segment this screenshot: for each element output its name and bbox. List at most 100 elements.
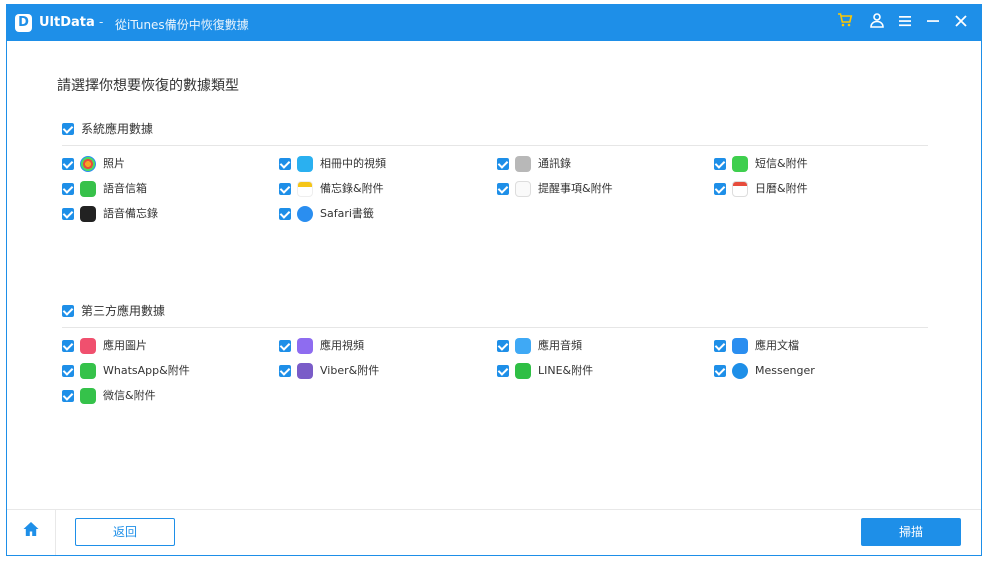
line-icon	[515, 363, 531, 379]
home-icon[interactable]	[19, 520, 43, 544]
messenger-icon	[732, 363, 748, 379]
item-checkbox[interactable]	[62, 183, 74, 195]
item-label: 短信&附件	[755, 157, 808, 170]
item-wechat[interactable]: 微信&附件	[62, 388, 262, 404]
item-messenger[interactable]: Messenger	[714, 363, 914, 379]
app-document-icon	[732, 338, 748, 354]
voice-memos-icon	[80, 206, 96, 222]
item-checkbox[interactable]	[279, 365, 291, 377]
item-checkbox[interactable]	[497, 340, 509, 352]
viber-icon	[297, 363, 313, 379]
wechat-icon	[80, 388, 96, 404]
item-photos[interactable]: 照片	[62, 156, 262, 172]
item-label: Messenger	[755, 364, 815, 377]
item-checkbox[interactable]	[714, 183, 726, 195]
whatsapp-icon	[80, 363, 96, 379]
item-label: 應用音頻	[538, 339, 582, 352]
minimize-icon[interactable]	[921, 11, 945, 35]
footer-bar: 返回 掃描	[7, 509, 981, 555]
item-label: 應用視頻	[320, 339, 364, 352]
item-notes[interactable]: 備忘錄&附件	[279, 181, 479, 197]
item-label: WhatsApp&附件	[103, 364, 190, 377]
third-party-section-label: 第三方應用數據	[81, 304, 166, 318]
item-checkbox[interactable]	[714, 340, 726, 352]
voicemail-icon	[80, 181, 96, 197]
item-checkbox[interactable]	[62, 390, 74, 402]
section-divider	[62, 145, 928, 146]
item-checkbox[interactable]	[62, 208, 74, 220]
item-messages[interactable]: 短信&附件	[714, 156, 914, 172]
item-checkbox[interactable]	[279, 208, 291, 220]
footer-divider	[55, 510, 56, 555]
item-checkbox[interactable]	[497, 183, 509, 195]
item-calendar[interactable]: 日曆&附件	[714, 181, 914, 197]
back-button[interactable]: 返回	[75, 518, 175, 546]
item-reminders[interactable]: 提醒事項&附件	[497, 181, 697, 197]
item-label: 提醒事項&附件	[538, 182, 613, 195]
item-label: 應用圖片	[103, 339, 147, 352]
title-bar: D UltData - 從iTunes備份中恢復數據	[7, 5, 981, 41]
item-contacts[interactable]: 通訊錄	[497, 156, 697, 172]
item-label: Safari書籤	[320, 207, 374, 220]
contacts-icon	[515, 156, 531, 172]
item-label: LINE&附件	[538, 364, 594, 377]
app-name: UltData	[39, 15, 95, 30]
item-checkbox[interactable]	[279, 158, 291, 170]
section-divider	[62, 327, 928, 328]
app-photos-icon	[80, 338, 96, 354]
menu-icon[interactable]	[893, 11, 917, 35]
item-checkbox[interactable]	[62, 158, 74, 170]
item-checkbox[interactable]	[279, 183, 291, 195]
item-checkbox[interactable]	[62, 340, 74, 352]
app-window: D UltData - 從iTunes備份中恢復數據 請選擇你想要恢復的數據類型…	[6, 4, 982, 556]
window-subtitle: 從iTunes備份中恢復數據	[115, 18, 249, 32]
app-logo-icon: D	[15, 14, 32, 32]
item-viber[interactable]: Viber&附件	[279, 363, 479, 379]
item-checkbox[interactable]	[62, 365, 74, 377]
item-checkbox[interactable]	[497, 365, 509, 377]
system-section-checkbox[interactable]	[62, 123, 74, 135]
item-app-documents[interactable]: 應用文檔	[714, 338, 914, 354]
third-party-section-header[interactable]: 第三方應用數據	[62, 303, 928, 328]
item-label: 相冊中的視頻	[320, 157, 386, 170]
item-label: 語音信箱	[103, 182, 147, 195]
item-checkbox[interactable]	[497, 158, 509, 170]
item-whatsapp[interactable]: WhatsApp&附件	[62, 363, 262, 379]
app-video-icon	[297, 338, 313, 354]
item-app-audio[interactable]: 應用音頻	[497, 338, 697, 354]
item-label: 語音備忘錄	[103, 207, 158, 220]
user-icon[interactable]	[865, 11, 889, 35]
cart-icon[interactable]	[833, 11, 857, 35]
app-audio-icon	[515, 338, 531, 354]
item-line[interactable]: LINE&附件	[497, 363, 697, 379]
calendar-icon	[732, 181, 748, 197]
item-label: Viber&附件	[320, 364, 380, 377]
item-safari-bookmarks[interactable]: Safari書籤	[279, 206, 479, 222]
item-label: 微信&附件	[103, 389, 156, 402]
reminders-icon	[515, 181, 531, 197]
item-checkbox[interactable]	[714, 158, 726, 170]
item-album-videos[interactable]: 相冊中的視頻	[279, 156, 479, 172]
third-party-section-checkbox[interactable]	[62, 305, 74, 317]
safari-icon	[297, 206, 313, 222]
item-app-photos[interactable]: 應用圖片	[62, 338, 262, 354]
close-icon[interactable]	[949, 11, 973, 35]
item-label: 應用文檔	[755, 339, 799, 352]
item-app-videos[interactable]: 應用視頻	[279, 338, 479, 354]
album-video-icon	[297, 156, 313, 172]
item-label: 日曆&附件	[755, 182, 808, 195]
item-checkbox[interactable]	[714, 365, 726, 377]
title-separator: -	[99, 15, 104, 29]
item-label: 照片	[103, 157, 125, 170]
scan-button[interactable]: 掃描	[861, 518, 961, 546]
item-voice-memos[interactable]: 語音備忘錄	[62, 206, 262, 222]
item-checkbox[interactable]	[279, 340, 291, 352]
page-heading: 請選擇你想要恢復的數據類型	[57, 78, 239, 94]
item-voicemail[interactable]: 語音信箱	[62, 181, 262, 197]
system-section-header[interactable]: 系統應用數據	[62, 121, 928, 146]
photos-icon	[80, 156, 96, 172]
messages-icon	[732, 156, 748, 172]
notes-icon	[297, 181, 313, 197]
item-label: 備忘錄&附件	[320, 182, 384, 195]
system-section-label: 系統應用數據	[81, 122, 154, 136]
